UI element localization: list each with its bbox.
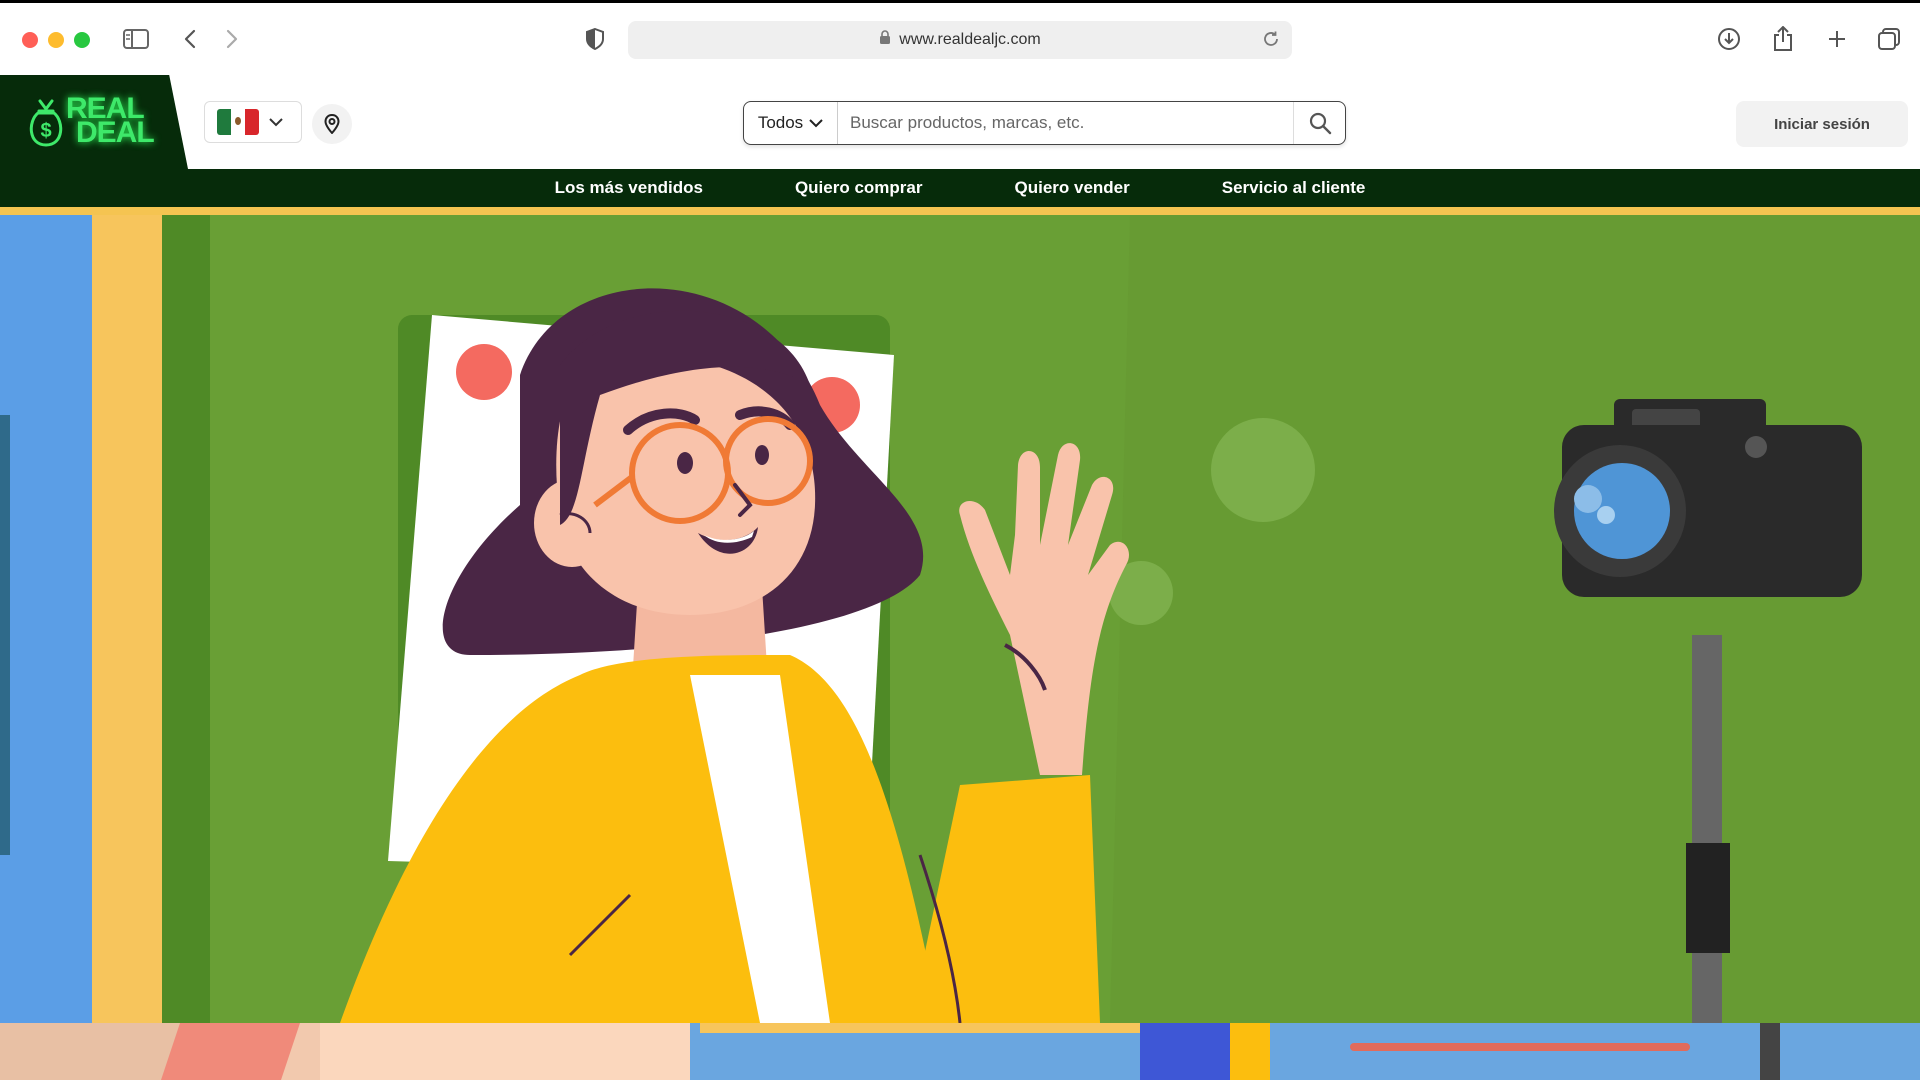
chevron-down-icon	[809, 119, 823, 128]
browser-window: www.realdealjc.com $ REAL DEAL Todos Bus…	[0, 0, 1920, 1080]
browser-toolbar: www.realdealjc.com	[0, 3, 1920, 75]
search-category-dropdown[interactable]: Todos	[744, 102, 838, 144]
mexico-flag-icon	[217, 109, 259, 135]
nav-item-buy[interactable]: Quiero comprar	[795, 178, 923, 198]
search-button[interactable]	[1293, 102, 1345, 144]
secondary-banner-illustration	[0, 1023, 1920, 1080]
main-nav: Los más vendidos Quiero comprar Quiero v…	[0, 169, 1920, 207]
search-input[interactable]	[838, 102, 1293, 144]
downloads-icon[interactable]	[1716, 21, 1742, 57]
svg-text:$: $	[40, 120, 51, 142]
new-tab-icon[interactable]	[1824, 21, 1850, 57]
url-text: www.realdealjc.com	[899, 31, 1041, 48]
secondary-banner-strip	[0, 1023, 1920, 1080]
money-bag-icon: $	[29, 99, 63, 147]
back-icon[interactable]	[180, 21, 200, 57]
minimize-window-button[interactable]	[48, 32, 64, 48]
country-selector[interactable]	[204, 101, 302, 143]
sidebar-toggle-icon[interactable]	[120, 21, 152, 57]
close-window-button[interactable]	[22, 32, 38, 48]
nav-item-best-sellers[interactable]: Los más vendidos	[555, 178, 703, 198]
forward-icon[interactable]	[222, 21, 242, 57]
site-header: $ REAL DEAL Todos Inic	[0, 75, 1920, 169]
tab-overview-icon[interactable]	[1874, 21, 1904, 57]
nav-item-customer-service[interactable]: Servicio al cliente	[1222, 178, 1366, 198]
logo-word-2: DEAL	[76, 116, 155, 149]
location-pin-icon	[324, 114, 340, 134]
nav-item-sell[interactable]: Quiero vender	[1014, 178, 1129, 198]
reload-icon[interactable]	[1262, 30, 1280, 53]
login-button[interactable]: Iniciar sesión	[1736, 101, 1908, 147]
nav-accent-stripe	[0, 207, 1920, 215]
logo[interactable]: $ REAL DEAL	[0, 75, 188, 169]
share-icon[interactable]	[1770, 21, 1796, 57]
privacy-shield-icon[interactable]	[582, 21, 608, 57]
lock-icon	[879, 30, 891, 50]
chevron-down-icon	[269, 118, 283, 127]
hero-illustration	[0, 215, 1920, 1023]
search-icon	[1309, 112, 1331, 135]
zoom-window-button[interactable]	[74, 32, 90, 48]
location-button[interactable]	[312, 104, 352, 144]
search-bar: Todos	[743, 101, 1346, 145]
search-category-label: Todos	[757, 113, 804, 132]
hero-banner[interactable]	[0, 215, 1920, 1023]
address-bar[interactable]: www.realdealjc.com	[628, 21, 1292, 59]
